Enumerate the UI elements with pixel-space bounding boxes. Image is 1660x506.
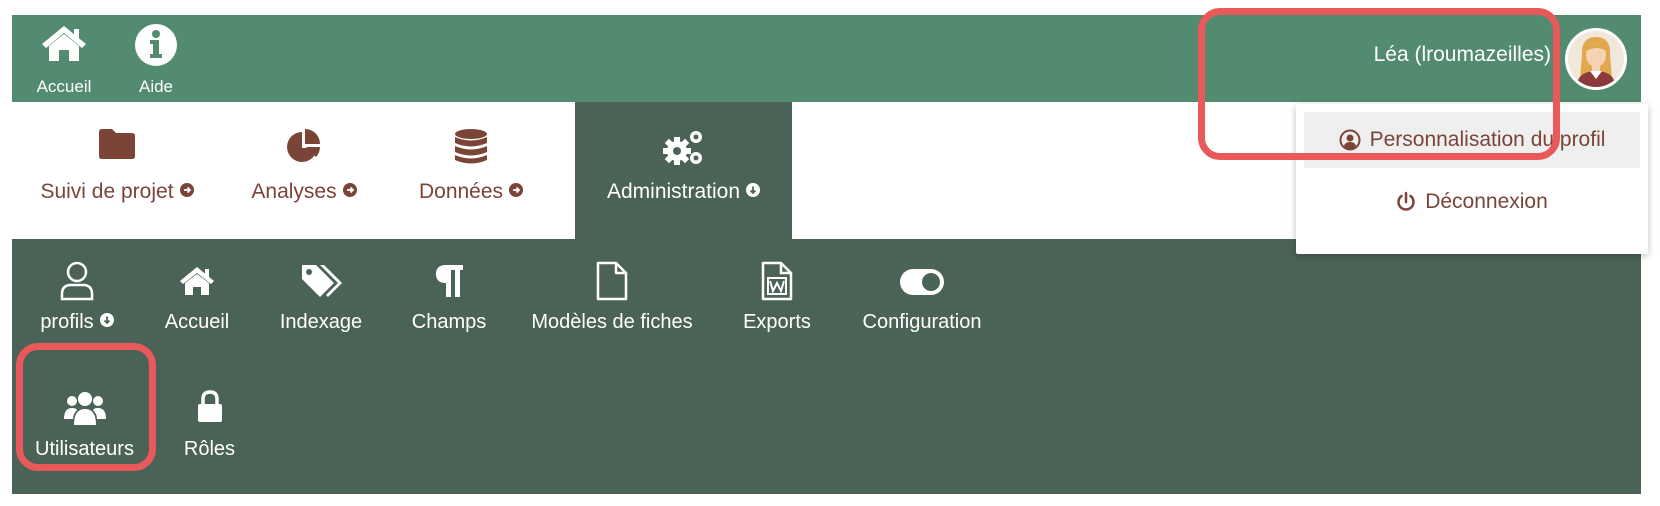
paragraph-icon bbox=[436, 265, 463, 297]
tab-label: Données bbox=[418, 180, 504, 203]
top-bar: Accueil Aide Léa (lroumazeilles) bbox=[12, 15, 1641, 102]
arrow-circle-right-icon bbox=[342, 183, 357, 197]
profile-settings-item[interactable]: Personnalisation du profil bbox=[1304, 112, 1640, 168]
file-icon bbox=[596, 261, 628, 301]
folder-icon bbox=[99, 129, 135, 159]
subnav-label: Rôles bbox=[183, 438, 236, 460]
subnav-label: Indexage bbox=[279, 311, 363, 333]
tab-analyses[interactable]: Analyses bbox=[234, 102, 374, 239]
home-icon bbox=[180, 267, 214, 295]
help-label: Aide bbox=[138, 77, 174, 96]
subnav-utilisateurs[interactable]: Utilisateurs bbox=[27, 381, 142, 471]
pie-chart-icon bbox=[287, 129, 320, 162]
admin-sub-nav: profils Accueil Indexage Champs Modèles … bbox=[12, 239, 1641, 494]
tab-label: Analyses bbox=[251, 180, 337, 203]
subnav-label: Accueil bbox=[164, 311, 230, 333]
lock-icon bbox=[197, 390, 222, 422]
logout-label: Déconnexion bbox=[1425, 190, 1548, 213]
users-icon bbox=[63, 392, 106, 425]
user-circle-icon bbox=[1339, 129, 1361, 151]
subnav-label: Utilisateurs bbox=[35, 438, 134, 460]
user-dropdown-menu: Personnalisation du profil Déconnexion bbox=[1296, 104, 1648, 254]
gears-icon bbox=[662, 131, 702, 165]
info-icon bbox=[135, 24, 177, 66]
profile-settings-label: Personnalisation du profil bbox=[1369, 128, 1606, 151]
user-menu-toggle[interactable]: Léa (lroumazeilles) bbox=[1271, 15, 1641, 102]
tags-icon bbox=[302, 265, 342, 297]
toggle-icon bbox=[900, 269, 944, 295]
arrow-circle-right-icon bbox=[179, 183, 194, 197]
avatar bbox=[1565, 28, 1627, 90]
subnav-label: Configuration bbox=[862, 311, 982, 333]
subnav-exports[interactable]: Exports bbox=[732, 259, 822, 339]
arrow-circle-down-icon bbox=[746, 183, 761, 197]
logout-item[interactable]: Déconnexion bbox=[1304, 174, 1640, 230]
subnav-modeles-de-fiches[interactable]: Modèles de fiches bbox=[527, 259, 697, 339]
tab-suivi-de-projet[interactable]: Suivi de projet bbox=[12, 102, 222, 239]
tab-donnees[interactable]: Données bbox=[396, 102, 546, 239]
arrow-circle-down-icon bbox=[99, 313, 114, 327]
home-button[interactable]: Accueil bbox=[29, 21, 99, 101]
subnav-configuration[interactable]: Configuration bbox=[857, 259, 987, 339]
tab-label: Administration bbox=[606, 180, 741, 203]
app-root: Accueil Aide Léa (lroumazeilles) Suivi d… bbox=[12, 15, 1648, 494]
user-outline-icon bbox=[60, 261, 94, 301]
database-icon bbox=[455, 129, 487, 164]
subnav-label: profils bbox=[40, 311, 94, 333]
subnav-profils[interactable]: profils bbox=[32, 259, 122, 339]
subnav-champs[interactable]: Champs bbox=[404, 259, 494, 339]
home-icon bbox=[42, 26, 86, 61]
home-label: Accueil bbox=[36, 77, 92, 96]
tab-administration[interactable]: Administration bbox=[575, 102, 792, 239]
subnav-indexage[interactable]: Indexage bbox=[276, 259, 366, 339]
word-file-icon bbox=[761, 261, 793, 301]
power-icon bbox=[1397, 191, 1415, 211]
help-button[interactable]: Aide bbox=[121, 21, 191, 101]
tab-label: Suivi de projet bbox=[40, 180, 174, 203]
user-name: Léa (lroumazeilles) bbox=[1373, 43, 1551, 66]
subnav-label: Champs bbox=[411, 311, 487, 333]
subnav-label: Modèles de fiches bbox=[531, 311, 693, 333]
subnav-accueil[interactable]: Accueil bbox=[157, 259, 237, 339]
subnav-roles[interactable]: Rôles bbox=[167, 381, 252, 471]
arrow-circle-right-icon bbox=[509, 183, 524, 197]
avatar-image bbox=[1568, 31, 1624, 87]
subnav-label: Exports bbox=[743, 311, 811, 333]
